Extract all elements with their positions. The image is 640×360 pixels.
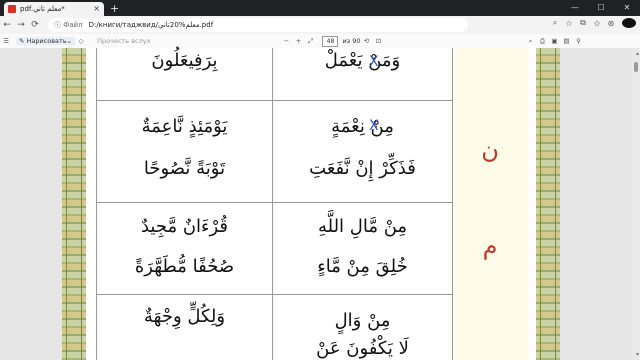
avatar[interactable]: [622, 18, 636, 28]
arabic-text: مِنْ مَّالِ اللَّهِ: [317, 216, 408, 237]
table-row: قُرْءَانٌ مَّجِيدٌ صُحُفًا مُّطَهَّرَةً …: [97, 202, 527, 295]
pdf-toolbar: ☰ ✎ Нарисовать ⌄ ◇ Прочесть вслух − + ⤢ …: [0, 34, 640, 49]
search-icon[interactable]: ⌕: [524, 37, 536, 46]
pen-icon: ✎: [19, 37, 25, 45]
arabic-text: وَمَنْ يَعْمَلْ: [324, 50, 401, 71]
minimize-button[interactable]: —: [562, 0, 588, 16]
url-text: D:/книги/таджвид/معلم%20تاني.pdf: [88, 21, 214, 29]
maximize-button[interactable]: ☐: [588, 0, 614, 16]
arabic-text: فَذَكِّرْ إِنْ نَّفَعَتِ: [309, 158, 416, 179]
zoom-icon[interactable]: ⌕: [548, 18, 562, 28]
page-number-input[interactable]: 48: [322, 35, 339, 47]
table-cell: قُرْءَانٌ مَّجِيدٌ صُحُفًا مُّطَهَّرَةً: [97, 202, 273, 294]
reload-button[interactable]: ⟳: [28, 20, 42, 30]
arabic-text: تَوْبَةً نَّصُوحًا: [143, 158, 226, 179]
draw-button[interactable]: ✎ Нарисовать ⌄: [16, 37, 76, 45]
vertical-scrollbar[interactable]: [632, 48, 640, 360]
tab-bar: pdf.معلم تاني* × + — ☐ ✕: [0, 0, 640, 16]
arabic-text: قُرْءَانٌ مَّجِيدٌ: [140, 216, 229, 237]
browser-actions: ⌕ ☆ ⧉ ✩ ⊛: [548, 18, 636, 28]
favorite-star-icon[interactable]: ☆: [562, 19, 576, 28]
arabic-text: لَا يَكْفُونَ عَنْ: [316, 338, 409, 359]
arabic-text: خُلِقَ مِنْ مَّاءٍ: [317, 256, 408, 277]
back-button[interactable]: ←: [0, 20, 14, 30]
letter-cell: [453, 294, 527, 360]
save-icon[interactable]: ▣: [548, 37, 560, 45]
favorites-icon[interactable]: ✩: [590, 19, 604, 28]
extensions-icon[interactable]: ⊛: [604, 19, 618, 28]
page-ornament-right: [536, 48, 560, 360]
arabic-text: صُحُفًا مُّطَهَّرَةً: [134, 256, 235, 277]
letter-cell: ن: [453, 100, 527, 202]
tajweed-letter: م: [482, 232, 498, 260]
scroll-down-arrow[interactable]: ▾: [636, 351, 639, 358]
zoom-in-button[interactable]: +: [292, 37, 304, 45]
table-cell: مِنْ مَّالِ اللَّهِ خُلِقَ مِنْ مَّاءٍ: [273, 202, 453, 294]
page-ornament-left: [62, 48, 86, 360]
table-cell: بِرَفِيعَلُونَ: [97, 48, 273, 100]
arabic-text: مِنْ وَالٍ: [334, 310, 391, 331]
table-cell: وَلِكُلٍّ وِجْهَةٌ: [97, 294, 273, 360]
pdf-file-icon: [8, 5, 16, 13]
forward-button[interactable]: →: [14, 20, 28, 30]
letter-cell: [453, 48, 527, 100]
site-info-label[interactable]: ⓘ Файл: [54, 20, 83, 30]
close-tab-icon[interactable]: ×: [93, 4, 100, 13]
address-input[interactable]: ⓘ Файл D:/книги/таджвид/معلم%20تاني.pdf: [48, 18, 468, 32]
tab-pdf[interactable]: pdf.معلم تاني* ×: [4, 2, 104, 16]
pin-toolbar-icon[interactable]: ⚲: [572, 37, 584, 45]
table-cell: مِنْ وَالٍ لَا يَكْفُونَ عَنْ: [273, 294, 453, 360]
tajweed-letter: ن: [481, 136, 499, 164]
arabic-text: وَلِكُلٍّ وِجْهَةٌ: [143, 306, 226, 327]
draw-label: Нарисовать: [26, 37, 67, 45]
arabic-text: بِرَفِيعَلُونَ: [151, 50, 218, 71]
scroll-up-arrow[interactable]: ▴: [636, 50, 639, 57]
tab-title: pdf.معلم تاني*: [20, 5, 65, 13]
window-controls: — ☐ ✕: [562, 0, 640, 16]
split-screen-icon[interactable]: ⧉: [576, 18, 590, 28]
rotate-icon[interactable]: ⟲: [360, 37, 372, 45]
letter-cell: م: [453, 202, 527, 294]
page-count: из 90: [342, 37, 361, 45]
read-aloud-button[interactable]: Прочесть вслух: [97, 37, 150, 45]
table-cell: مِنْ نِعْمَةٍ فَذَكِّرْ إِنْ نَّفَعَتِ: [273, 100, 453, 202]
table-cell: يَوْمَئِذٍ نَّاعِمَةٌ تَوْبَةً نَّصُوحًا: [97, 100, 273, 202]
tajweed-table: بِرَفِيعَلُونَ وَمَنْ يَعْمَلْ يَوْمَئِذ…: [96, 48, 527, 360]
print-icon[interactable]: ⎙: [536, 37, 548, 46]
save-as-icon[interactable]: ▤: [560, 37, 572, 45]
arabic-text: مِنْ نِعْمَةٍ: [331, 116, 394, 137]
table-row: يَوْمَئِذٍ نَّاعِمَةٌ تَوْبَةً نَّصُوحًا…: [97, 100, 527, 203]
erase-icon[interactable]: ◇: [75, 37, 87, 45]
address-bar-row: ← → ⟳ ⓘ Файл D:/книги/таджвид/معلم%20تان…: [0, 16, 640, 35]
annotation-mark[interactable]: X: [369, 54, 379, 70]
arabic-text: يَوْمَئِذٍ نَّاعِمَةٌ: [141, 116, 228, 137]
chevron-down-icon: ⌄: [66, 37, 73, 45]
table-cell: وَمَنْ يَعْمَلْ: [273, 48, 453, 100]
scrollbar-thumb[interactable]: [634, 62, 638, 72]
contents-icon[interactable]: ☰: [0, 37, 12, 45]
table-row: بِرَفِيعَلُونَ وَمَنْ يَعْمَلْ: [97, 48, 527, 101]
close-window-button[interactable]: ✕: [614, 0, 640, 16]
zoom-out-button[interactable]: −: [280, 37, 292, 45]
annotation-mark[interactable]: X: [369, 118, 379, 134]
table-row: وَلِكُلٍّ وِجْهَةٌ مِنْ وَالٍ لَا يَكْفُ…: [97, 294, 527, 360]
fit-page-icon[interactable]: ⤢: [304, 37, 316, 46]
new-tab-button[interactable]: +: [110, 2, 119, 15]
page-view-icon[interactable]: ⊡: [372, 37, 384, 45]
